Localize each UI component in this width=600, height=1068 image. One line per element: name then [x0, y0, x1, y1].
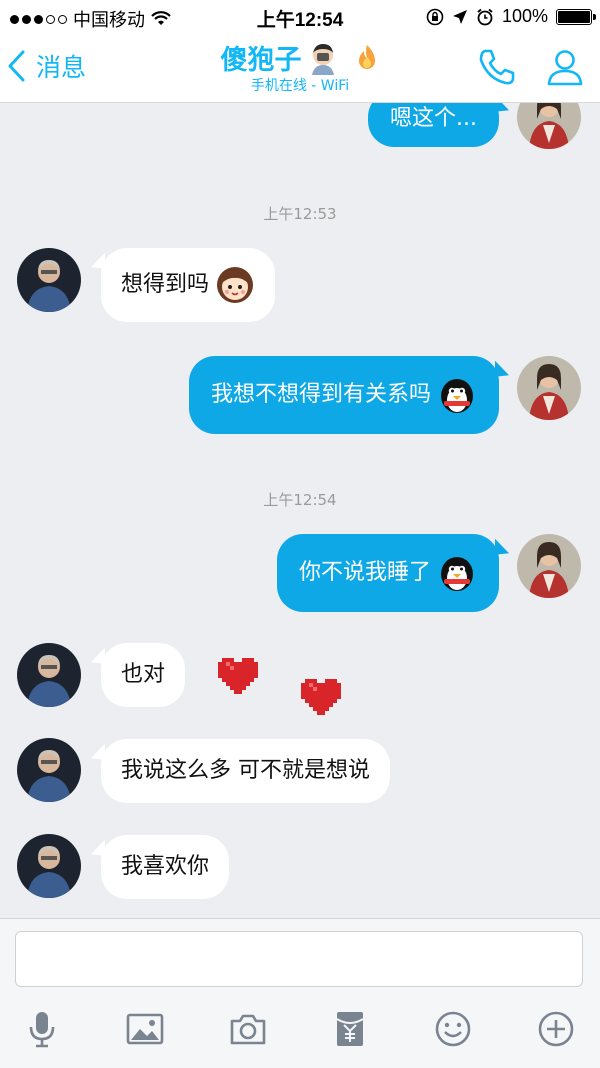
message-bubble-outgoing[interactable]: 我想不想得到有关系吗: [188, 356, 499, 434]
message-bubble-outgoing[interactable]: 你不说我睡了: [276, 534, 499, 612]
message-text: 你不说我睡了: [298, 559, 431, 585]
contact-avatar[interactable]: [17, 834, 81, 898]
message-bubble-incoming[interactable]: 我喜欢你: [101, 835, 230, 899]
flame-icon: [358, 44, 375, 69]
camera-icon: [230, 1014, 266, 1045]
location-icon: [452, 9, 467, 24]
message-text: 想得到吗: [121, 271, 210, 297]
composer-toolbar: [0, 1007, 600, 1051]
message-input[interactable]: [15, 931, 583, 987]
emoji-button[interactable]: [431, 1007, 475, 1051]
battery-icon: [556, 8, 596, 25]
message-bubble-outgoing[interactable]: 嗯这个...: [368, 103, 499, 147]
pixel-heart-icon: [301, 679, 341, 715]
more-button[interactable]: [534, 1007, 578, 1051]
timestamp: 上午12:53: [263, 205, 337, 223]
message-bubble-incoming[interactable]: 也对: [101, 643, 186, 707]
profile-icon[interactable]: [544, 46, 586, 88]
image-icon: [126, 1013, 164, 1045]
penguin-emoji-icon: [441, 557, 473, 591]
microphone-button[interactable]: [20, 1007, 64, 1051]
smiley-icon: [435, 1011, 471, 1047]
message-list[interactable]: 嗯这个... 上午12:53 想得到吗 我想不想得到有关系吗 上午12:54 你…: [0, 103, 600, 918]
battery-percent: 100%: [501, 6, 548, 26]
alarm-icon: [477, 8, 493, 25]
plus-icon: [538, 1011, 574, 1047]
red-packet-button[interactable]: [328, 1007, 372, 1051]
chat-header: 消息 傻狍子 手机在线 - WiFi: [0, 34, 600, 103]
message-text: 也对: [121, 661, 166, 687]
red-packet-icon: [336, 1012, 364, 1046]
phone-icon[interactable]: [476, 46, 518, 88]
contact-avatar[interactable]: [17, 248, 81, 312]
pixel-heart-icon: [218, 658, 258, 694]
my-avatar[interactable]: [517, 534, 581, 598]
girl-face-emoji-icon: [217, 267, 254, 303]
camera-button[interactable]: [226, 1007, 270, 1051]
my-avatar[interactable]: [517, 356, 581, 420]
message-bubble-incoming[interactable]: 想得到吗: [101, 248, 276, 322]
orientation-lock-icon: [426, 8, 444, 25]
my-avatar[interactable]: [517, 103, 581, 149]
message-text: 我喜欢你: [121, 853, 210, 879]
microphone-icon: [29, 1012, 55, 1048]
message-bubble-incoming[interactable]: 我说这么多 可不就是想说: [101, 739, 390, 803]
status-bar: 中国移动 上午12:54 100%: [0, 0, 600, 34]
user-emoji-icon: [311, 43, 334, 75]
image-button[interactable]: [123, 1007, 167, 1051]
contact-avatar[interactable]: [17, 643, 81, 707]
message-text: 我想不想得到有关系吗: [210, 381, 431, 407]
penguin-emoji-icon: [441, 379, 473, 413]
timestamp: 上午12:54: [263, 491, 337, 509]
message-text: 我说这么多 可不就是想说: [121, 757, 370, 783]
contact-name[interactable]: 傻狍子: [221, 38, 302, 77]
contact-avatar[interactable]: [17, 738, 81, 802]
message-text: 嗯这个...: [390, 105, 477, 131]
composer: [0, 918, 600, 1068]
